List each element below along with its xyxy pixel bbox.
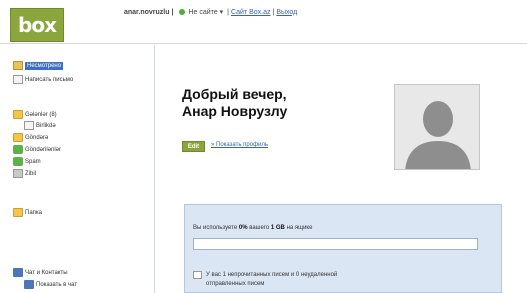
folder-icon xyxy=(13,110,23,119)
contacts-icon xyxy=(24,280,34,289)
avatar[interactable] xyxy=(394,84,480,170)
folder-icon xyxy=(13,133,23,142)
sidebar-item-compose[interactable]: Написать письмо xyxy=(13,74,73,85)
sidebar-item-label: Göndərilənlər xyxy=(25,146,62,153)
spam-icon xyxy=(13,157,23,166)
quota-size: 1 GB xyxy=(270,225,285,231)
sidebar-item-chat-show[interactable]: Показать в чат xyxy=(24,279,77,290)
sidebar-item-inbox[interactable]: Gələnlər (8) xyxy=(13,109,57,120)
sidebar-item-label: Zibil xyxy=(25,170,37,177)
sidebar-item-sent[interactable]: Göndərilənlər xyxy=(13,144,61,155)
status-dropdown-icon[interactable]: ▾ xyxy=(220,8,224,16)
box-logo[interactable]: box xyxy=(10,8,64,42)
sidebar-item-chat[interactable]: Чат и Контакты xyxy=(13,267,68,278)
sidebar-item-label: Spam xyxy=(25,158,41,165)
main-content: Добрый вечер, Анар Новрузлу Edit » Показ… xyxy=(156,45,527,293)
chat-icon xyxy=(13,268,23,277)
sidebar-item-folder[interactable]: Папка xyxy=(13,207,42,218)
online-status-icon xyxy=(179,9,186,15)
sent-icon xyxy=(13,145,23,154)
quota-suffix: на ящике xyxy=(286,225,313,231)
username: anar.novruzlu | xyxy=(124,8,174,16)
user-silhouette-icon xyxy=(395,85,479,169)
sidebar-item-label: Gələnlər (8) xyxy=(25,111,57,118)
logo-text: box xyxy=(18,13,57,37)
mailbox-summary-panel: Вы используете 0% вашего 1 GB на ящике У… xyxy=(184,204,502,293)
sidebar-item-label: Чат и Контакты xyxy=(25,269,68,276)
folder-icon xyxy=(13,208,23,217)
quota-percent: 0% xyxy=(238,225,248,231)
account-bar: anar.novruzlu | Не сайте ▾ | Сайт Box.az… xyxy=(124,8,297,17)
mailbox-icon xyxy=(13,61,23,70)
show-profile-link[interactable]: » Показать профиль xyxy=(211,142,268,148)
sidebar-item-label: Написать письмо xyxy=(25,76,74,83)
logout-link[interactable]: Выход xyxy=(276,9,297,16)
compose-icon xyxy=(13,75,23,84)
unread-text-line2: отправленных писем xyxy=(206,281,265,287)
quota-progress-bar xyxy=(193,238,478,250)
sidebar-item-trash[interactable]: Zibil xyxy=(13,168,36,179)
sidebar-item-label: Папка xyxy=(25,209,42,216)
sidebar-item-unread[interactable]: Несмотрено xyxy=(13,60,64,71)
sidebar: Несмотрено Написать письмо Gələnlər (8) … xyxy=(0,45,155,293)
sidebar-item-label: Показать в чат xyxy=(36,281,78,288)
top-header: box anar.novruzlu | Не сайте ▾ | Сайт Bo… xyxy=(0,0,527,44)
site-link[interactable]: Сайт Box.az xyxy=(231,9,271,16)
divider: | xyxy=(227,8,229,16)
document-icon xyxy=(24,121,34,130)
sidebar-item-outbox[interactable]: Göndərə xyxy=(13,132,48,143)
quota-middle: вашего xyxy=(249,225,270,231)
trash-icon xyxy=(13,169,23,178)
edit-profile-button[interactable]: Edit xyxy=(182,141,205,152)
greeting: Добрый вечер, Анар Новрузлу xyxy=(182,86,287,120)
quota-text: Вы используете 0% вашего 1 GB на ящике xyxy=(193,225,312,231)
sidebar-item-label: Göndərə xyxy=(25,134,49,141)
user-fullname: Анар Новрузлу xyxy=(182,103,288,119)
unread-text-line1: У вас 1 непрочитанных писем и 0 неудален… xyxy=(206,272,338,278)
greeting-line: Добрый вечер, xyxy=(182,86,287,102)
unread-summary[interactable]: У вас 1 непрочитанных писем и 0 неудален… xyxy=(193,271,337,289)
divider: | xyxy=(272,8,275,16)
sidebar-item-label: Несмотрено xyxy=(25,61,64,70)
sidebar-item-label: Birlikdə xyxy=(36,122,56,129)
sidebar-item-together[interactable]: Birlikdə xyxy=(24,120,56,131)
sidebar-item-spam[interactable]: Spam xyxy=(13,156,41,167)
envelope-icon xyxy=(193,271,202,279)
status-text: Не сайте xyxy=(188,8,218,16)
quota-prefix: Вы используете xyxy=(193,225,238,231)
